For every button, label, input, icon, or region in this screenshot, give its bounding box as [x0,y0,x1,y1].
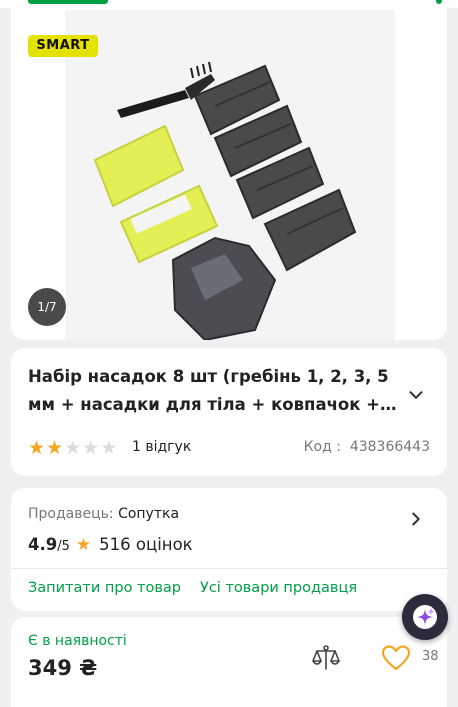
product-code: Код : 438366443 [304,439,430,455]
all-seller-goods-link[interactable]: Усі товари продавця [200,580,357,596]
product-title-card: Набір насадок 8 шт (гребінь 1, 2, 3, 5 м… [11,348,447,476]
purchase-card: Є в наявності 349 ₴ 38 [11,617,447,707]
seller-rating-max: /5 [57,539,70,554]
seller-rating-value: 4.9 [28,535,58,554]
product-code-value: 438366443 [349,439,430,455]
wishlist-count: 38 [422,649,439,664]
chevron-right-icon[interactable] [405,508,427,530]
availability-status: Є в наявності [28,633,127,649]
seller-name[interactable]: Сопутка [118,506,179,522]
buy-button-edge[interactable] [28,0,108,4]
product-code-label: Код : [303,439,341,455]
seller-ratings-count: 516 оцінок [99,535,193,554]
star-icon: ★ [28,437,46,459]
seller-line: Продавець: Сопутка [28,506,179,522]
seller-label: Продавець: [28,506,114,522]
star-icon: ★ [75,535,92,555]
star-icon: ★ [82,437,100,459]
divider [11,568,447,569]
seller-rating: 4.9 /5 ★ 516 оцінок [28,535,193,555]
top-action-bar [0,0,458,8]
chevron-down-icon[interactable] [405,384,427,406]
assistant-button[interactable] [402,594,448,640]
cap-image [171,236,277,340]
star-icon: ★ [46,437,64,459]
product-gallery[interactable]: SMART 1/7 [11,8,447,340]
star-icon: ★ [100,437,118,459]
price: 349 ₴ [28,656,98,680]
heart-icon[interactable] [381,644,411,672]
reviews-link[interactable]: 1 відгук [132,439,191,455]
seller-card[interactable]: Продавець: Сопутка 4.9 /5 ★ 516 оцінок З… [11,488,447,611]
ask-about-product-link[interactable]: Запитати про товар [28,580,181,596]
smart-badge: SMART [28,35,98,57]
product-image[interactable] [65,10,395,340]
product-title: Набір насадок 8 шт (гребінь 1, 2, 3, 5 м… [28,367,389,414]
image-counter: 1/7 [28,288,66,326]
compare-scales-icon[interactable] [311,643,341,673]
star-icon: ★ [64,437,82,459]
menu-button-edge[interactable] [436,0,442,4]
rating-stars: ★ ★ ★ ★ ★ [28,438,117,458]
assistant-sparkle-icon [413,605,437,629]
